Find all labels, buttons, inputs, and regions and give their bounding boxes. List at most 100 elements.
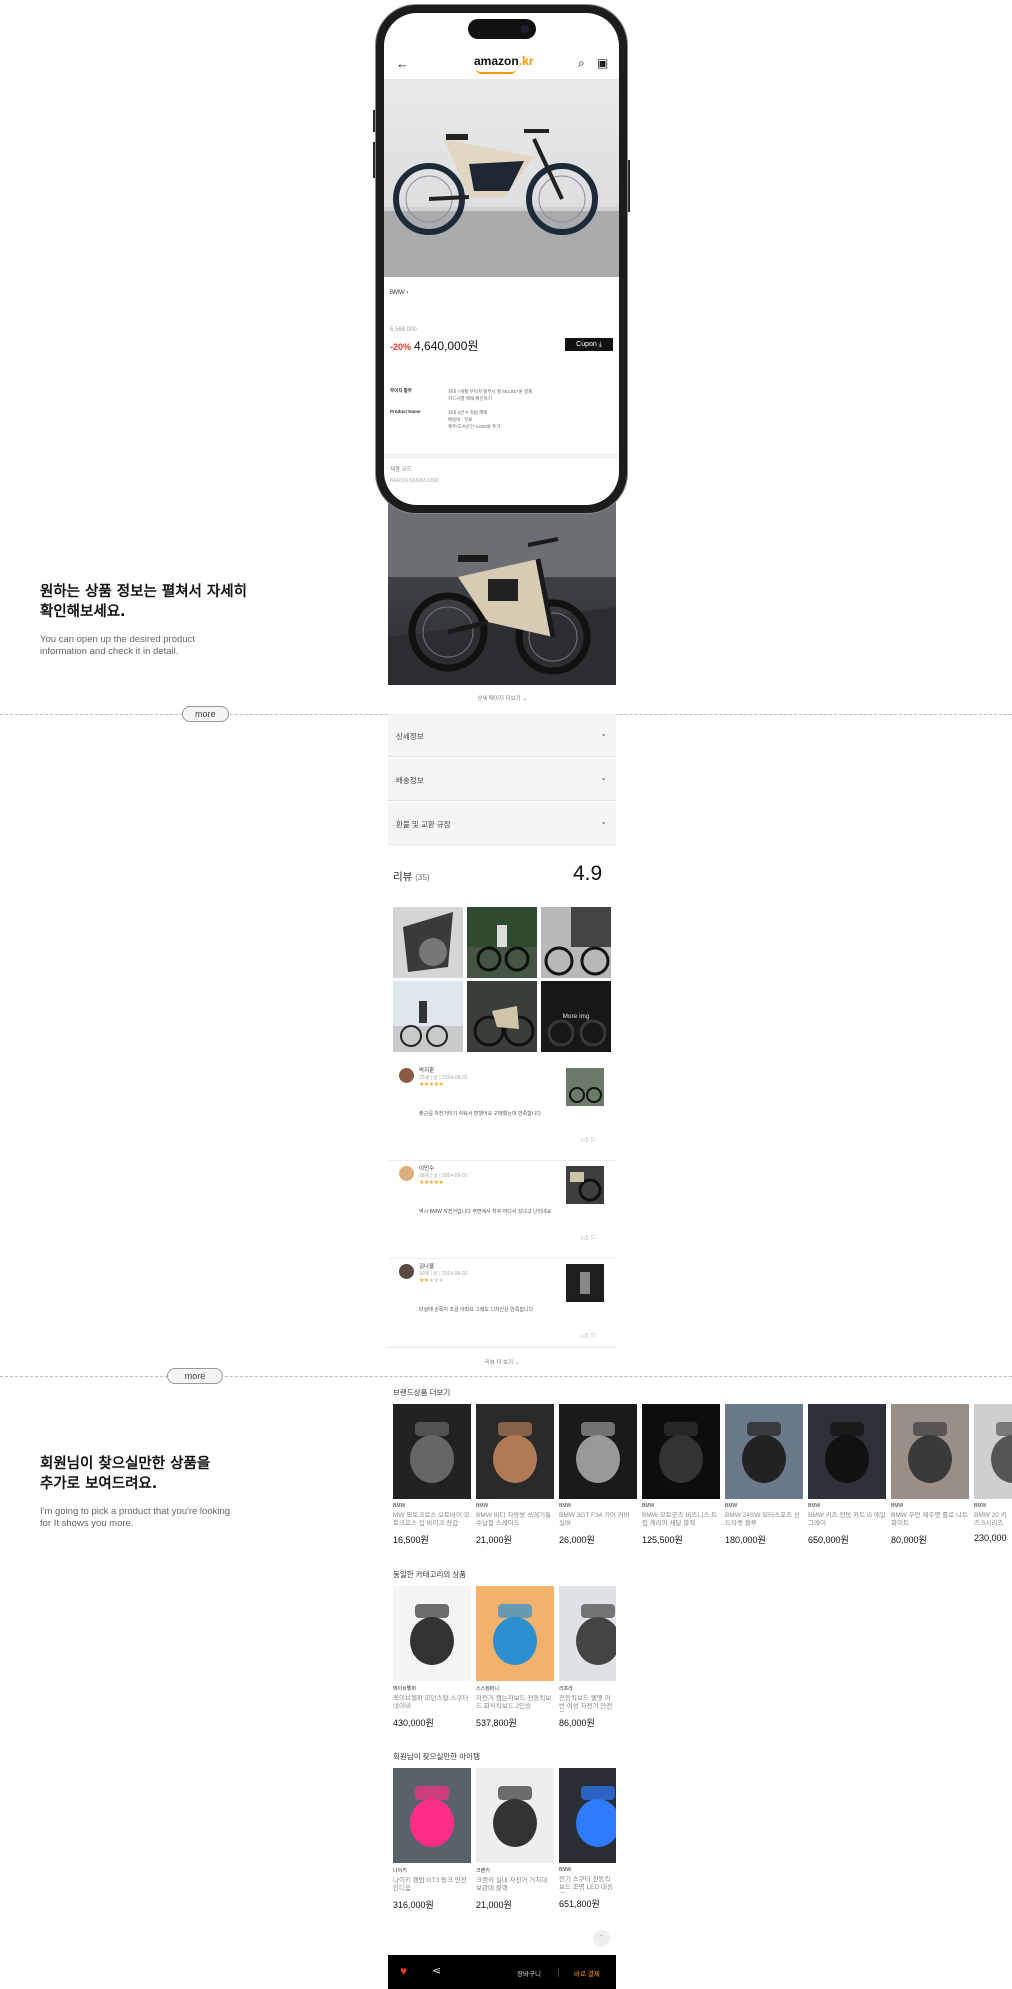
accordion-detail-info[interactable]: 상세정보 ⌄ bbox=[388, 714, 616, 757]
review-thumbnail[interactable] bbox=[566, 1068, 604, 1106]
review-photo[interactable] bbox=[541, 907, 611, 978]
chevron-down-icon: ⌄ bbox=[600, 729, 607, 738]
cart-button[interactable]: 장바구니 bbox=[517, 1968, 541, 1978]
product-name: 크랜키 실내 자전거 거치대 보관대 블랙 bbox=[476, 1877, 548, 1892]
review-photo-more[interactable]: More img bbox=[541, 981, 611, 1052]
product-price: 180,000원 bbox=[725, 1535, 766, 1545]
logo-smile bbox=[476, 69, 516, 74]
product-brand: BMW bbox=[559, 1867, 572, 1873]
product-name: BMW 3GT F34 기어 커버 실버 bbox=[559, 1512, 630, 1527]
scroll-top-button[interactable]: ⌃ bbox=[593, 1930, 610, 1947]
product-card[interactable]: BMW BMW 우먼 제주명 롤로 니트 화이트 80,000원 bbox=[891, 1404, 969, 1546]
back-arrow-icon[interactable]: ← bbox=[396, 56, 409, 71]
more-reviews-link[interactable]: 리뷰 더 보기 ⌄ bbox=[388, 1358, 616, 1366]
product-card[interactable]: BMW BMW 20 키즈 5시리즈 230,000 bbox=[974, 1404, 1012, 1543]
product-price: 16,500원 bbox=[393, 1535, 429, 1545]
info-label: Product Name bbox=[390, 409, 421, 414]
product-card[interactable]: 크랜키 크랜키 실내 자전거 거치대 보관대 블랙 21,000원 bbox=[476, 1768, 554, 1911]
product-name: 전동킥보드 헬멧 어반 여성 자전거 안전모 bbox=[559, 1695, 613, 1712]
divider bbox=[388, 1258, 616, 1259]
feature-detail-title: 원하는 상품 정보는 펼쳐서 자세히 확인해보세요. bbox=[40, 584, 247, 620]
amazon-logo[interactable]: amazon.kr bbox=[474, 54, 533, 68]
review-thumbnail[interactable] bbox=[566, 1166, 604, 1204]
product-image bbox=[808, 1404, 886, 1499]
review-text: 역시 BMW 자전거입니다 주변에서 자꾸 어디서 샀냐고 난리네요 bbox=[419, 1209, 552, 1215]
product-price: 21,000원 bbox=[476, 1535, 512, 1545]
product-card[interactable]: BMW BMW 키즈 전동 카트 i5 에일 그레이 650,000원 bbox=[808, 1404, 886, 1546]
product-price: 26,000원 bbox=[559, 1535, 595, 1545]
chevron-down-icon: ⌄ bbox=[522, 696, 527, 702]
heart-icon[interactable]: ♥ bbox=[400, 1964, 407, 1978]
product-card[interactable]: 라프라전동킥보드 헬멧 어반 여성 자전거 안전모 86,000원 bbox=[559, 1586, 616, 1729]
reviewer-name: 김나율 bbox=[419, 1264, 435, 1270]
review-photo[interactable] bbox=[393, 981, 463, 1052]
product-brand: 에이브헬퍼 bbox=[393, 1686, 417, 1692]
sale-price-row: -20% 4,640,000원 bbox=[390, 337, 478, 355]
review-photo[interactable] bbox=[467, 981, 537, 1052]
more-button[interactable]: more bbox=[167, 1368, 223, 1384]
dynamic-island bbox=[468, 19, 536, 39]
product-name: 퀵이브헬퍼 모던스탈 스쿠터 네이비 bbox=[393, 1695, 469, 1710]
expand-detail-link[interactable]: 상세 페이지 더보기 ⌄ bbox=[388, 694, 616, 702]
product-card[interactable]: BMW 전기 스쿠터 전동킥보드 조명 LED 대응고 651,800원 bbox=[559, 1768, 616, 1910]
search-icon[interactable]: ⌕ bbox=[578, 56, 585, 71]
product-name: 전기 스쿠터 전동킥보드 조명 LED 대응고 bbox=[559, 1876, 613, 1893]
divider bbox=[388, 1160, 616, 1161]
phone-side-button bbox=[627, 160, 630, 212]
accordion-refund-policy[interactable]: 환불 및 교환 규정 ⌄ bbox=[388, 802, 616, 845]
product-brand: BMW bbox=[559, 1503, 572, 1509]
more-img-label: More img bbox=[541, 981, 611, 1052]
product-card[interactable]: BMW BMW 바디 차량용 쓰레기통 수납함 스레이드 21,000원 bbox=[476, 1404, 554, 1546]
avatar bbox=[399, 1068, 414, 1083]
accordion-shipping-info[interactable]: 배송정보 ⌄ bbox=[388, 758, 616, 801]
product-card[interactable]: 에이브헬퍼 퀵이브헬퍼 모던스탈 스쿠터 네이비 430,000원 bbox=[393, 1586, 471, 1729]
divider bbox=[384, 453, 619, 459]
product-card[interactable]: BMW BMW 3GT F34 기어 커버 실버 26,000원 bbox=[559, 1404, 637, 1546]
review-thumbnail[interactable] bbox=[566, 1264, 604, 1302]
coupon-button[interactable]: Cupon ⤓ bbox=[565, 338, 613, 351]
shopping-bag-icon[interactable]: ▣ bbox=[597, 56, 608, 70]
product-card[interactable]: BMW BMW 모토굿즈 비즈니스 트립 캐리어 세달 블랙 125,500원 bbox=[642, 1404, 720, 1546]
app-header: ← amazon.kr ⌕ ▣ bbox=[384, 49, 619, 79]
feature-recommend-title: 회원님이 찾으실만한 상품을 추가로 보여드려요. bbox=[40, 1456, 211, 1492]
product-brand[interactable]: BMW › bbox=[390, 290, 408, 296]
category-section-title: 동일한 카테고리의 상품 bbox=[393, 1570, 467, 1579]
product-name: 나이키 팬텀 GT3 핑크 안전인디움 bbox=[393, 1877, 467, 1892]
product-image bbox=[393, 1768, 471, 1863]
product-name: BMW 24SW 모터스포츠 선드자켓 블루 bbox=[725, 1512, 800, 1527]
product-card[interactable]: BMW BMW 24SW 모터스포츠 선드자켓 블루 180,000원 bbox=[725, 1404, 803, 1546]
product-image bbox=[974, 1404, 1012, 1499]
product-name: BMW 우먼 제주명 롤로 니트 화이트 bbox=[891, 1512, 968, 1527]
product-code-value: BAR1KFS5606510N0 bbox=[390, 478, 439, 484]
product-price: 651,800원 bbox=[559, 1899, 600, 1909]
product-card[interactable]: BMW MW 모토크로스 오토바이 모토크로스 집 바이크 장갑 16,500원 bbox=[393, 1404, 471, 1546]
product-name: MW 모토크로스 오토바이 모토크로스 집 바이크 장갑 bbox=[393, 1512, 470, 1527]
product-image bbox=[476, 1586, 554, 1681]
product-price: 86,000원 bbox=[559, 1718, 595, 1728]
review-meta: 30세 | 남 | 2024-08-02 bbox=[419, 1271, 468, 1277]
thumbs-up-icon[interactable]: 👍︎ ⚐ bbox=[581, 1331, 597, 1340]
thumbs-up-icon[interactable]: 👍︎ ⚐ bbox=[581, 1233, 597, 1242]
buy-now-button[interactable]: 바로 결제 bbox=[574, 1968, 600, 1978]
product-card[interactable]: 나이키 나이키 팬텀 GT3 핑크 안전인디움 316,000원 bbox=[393, 1768, 471, 1911]
review-photo[interactable] bbox=[467, 907, 537, 978]
product-card[interactable]: 스스컴퍼니 자전거 캠는자보드 전동킥보드 화식킥보드 2인승 537,800원 bbox=[476, 1586, 554, 1729]
product-image bbox=[559, 1404, 637, 1499]
more-button[interactable]: more bbox=[182, 706, 229, 722]
product-brand: BMW bbox=[974, 1503, 987, 1509]
product-name: 자전거 캠는자보드 전동킥보드 화식킥보드 2인승 bbox=[476, 1695, 552, 1710]
review-meta: 25세 | 남 | 2024-08-02 bbox=[419, 1075, 468, 1081]
expand-detail-label: 상세 페이지 더보기 bbox=[477, 696, 521, 702]
section-divider bbox=[0, 1376, 1012, 1377]
review-photo[interactable] bbox=[393, 907, 463, 978]
info-value: 최대 7개월 무이자 할부시 월 662,857원 결제 카드사별 혜택 확인하… bbox=[448, 389, 533, 401]
product-price: 650,000원 bbox=[808, 1535, 849, 1545]
product-image bbox=[642, 1404, 720, 1499]
product-image bbox=[891, 1404, 969, 1499]
review-item: 이민수 28세 | 남 | 2024-08-02 ★★★★★ 역시 BMW 자전… bbox=[388, 1164, 616, 1262]
thumbs-up-icon[interactable]: 👍︎ ⚐ bbox=[581, 1135, 597, 1144]
product-brand: 나이키 bbox=[393, 1868, 407, 1874]
bottom-action-bar: ♥ ⋖ 장바구니 바로 결제 bbox=[388, 1955, 616, 1989]
product-brand: BMW bbox=[642, 1503, 655, 1509]
share-icon[interactable]: ⋖ bbox=[432, 1964, 441, 1977]
